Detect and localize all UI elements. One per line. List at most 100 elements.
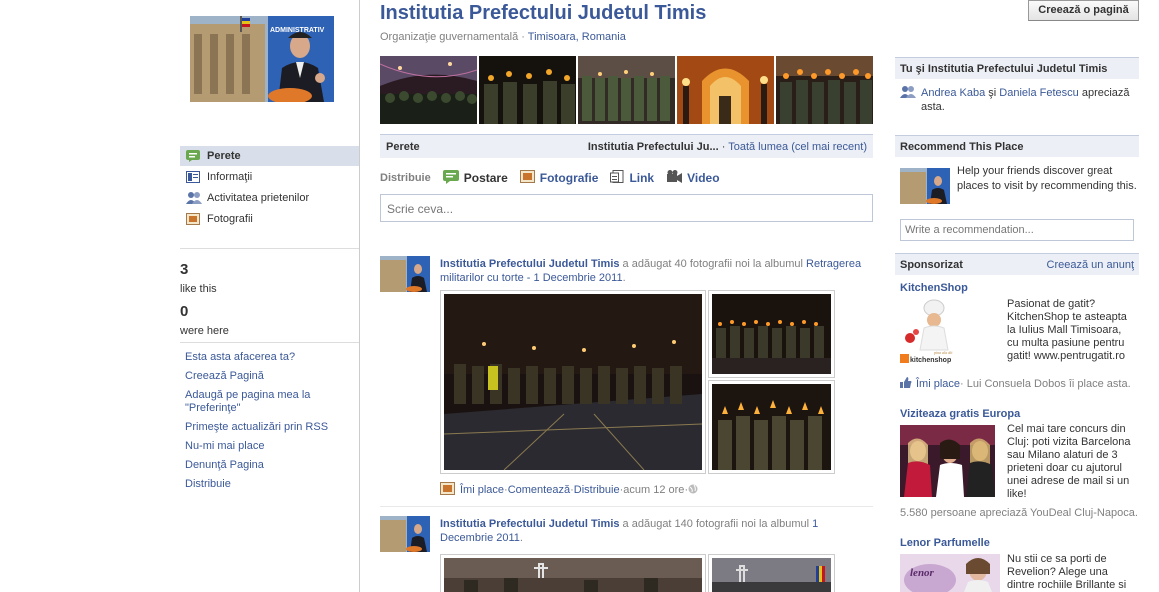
story-photo-main[interactable]	[440, 554, 706, 592]
ad-like-link[interactable]: Îmi place	[916, 378, 960, 390]
unlike-link[interactable]: Nu-mi mai place	[185, 440, 355, 453]
divider	[380, 506, 873, 507]
status-icon	[442, 169, 459, 187]
page-title[interactable]: Institutia Prefectului Judetul Timis	[380, 2, 706, 25]
recommend-page-thumbnail[interactable]	[900, 168, 950, 204]
wall-filter: Institutia Prefectului Ju... · Toată lum…	[587, 140, 867, 153]
checkins-count: 0	[180, 303, 189, 320]
friend-link[interactable]: Andrea Kaba	[921, 87, 985, 99]
video-icon	[666, 170, 683, 186]
ad-text: Cel mai tare concurs din Cluj: poti vizi…	[1007, 423, 1131, 500]
nav-item-friends-activity[interactable]: Activitatea prietenilor	[180, 188, 359, 208]
page-subtitle: Organizaţie guvernamentală · Timisoara, …	[380, 31, 626, 43]
recommend-text: Help your friends discover great places …	[957, 165, 1137, 192]
nav-item-label: Fotografii	[207, 213, 253, 225]
create-page-button[interactable]: Creează o pagină	[1028, 0, 1139, 21]
ad-social-line: Îmi place · Lui Consuela Dobos îi place …	[900, 377, 1131, 391]
story-avatar[interactable]	[380, 516, 430, 552]
photo-strip	[380, 56, 874, 124]
nav-item-label: Activitatea prietenilor	[207, 192, 310, 204]
tab-status[interactable]: Postare	[442, 169, 508, 187]
ad-image[interactable]	[900, 425, 995, 497]
ad-brand-tagline: pina ala dit	[933, 350, 953, 355]
feed-story: Institutia Prefectului Judetul Timis a a…	[380, 256, 874, 501]
comment-link[interactable]: Comentează	[508, 484, 570, 496]
friend-link[interactable]: Daniela Fetescu	[999, 87, 1079, 99]
tab-label: Fotografie	[539, 171, 599, 185]
thumbs-up-icon	[900, 377, 912, 391]
photos-icon	[186, 213, 200, 225]
report-page-link[interactable]: Denunţă Pagina	[185, 459, 355, 472]
strip-photo-4[interactable]	[677, 56, 774, 124]
nav-item-label: Perete	[207, 150, 241, 162]
photo-icon	[440, 482, 455, 498]
left-navigation: Perete Informaţii Activitatea prietenilo…	[180, 146, 359, 230]
share-label: Distribuie	[380, 172, 431, 184]
likes-count: 3	[180, 261, 189, 278]
friends-like-text: Andrea Kaba şi Daniela Fetescu apreciază…	[921, 87, 1130, 113]
story-photo-main[interactable]	[440, 290, 706, 474]
you-and-page-title: Tu şi Institutia Prefectului Judetul Tim…	[900, 63, 1108, 75]
ad-image[interactable]: kitchenshop pina ala dit	[900, 298, 962, 368]
info-icon	[186, 171, 200, 183]
checkins-label: were here	[180, 325, 229, 337]
story-text: Institutia Prefectului Judetul Timis a a…	[440, 518, 819, 544]
left-column: ADMINISTRATIV Perete Informaţii Activita…	[0, 0, 360, 592]
wall-filter-everyone-link[interactable]: Toată lumea (cel mai recent)	[728, 141, 867, 153]
ad-image[interactable]: lenor	[900, 554, 1000, 592]
ad-text: Nu stii ce sa porti de Revelion? Alege u…	[1007, 553, 1127, 591]
composer-input[interactable]: Scrie ceva...	[380, 194, 873, 222]
photo-icon	[519, 170, 535, 186]
add-to-favorites-link[interactable]: Adaugă pe pagina mea la "Preferinţe"	[185, 389, 355, 415]
sponsored-header: Sponsorizat Creează un anunţ	[895, 253, 1139, 275]
recommend-header: Recommend This Place	[895, 135, 1139, 157]
create-ad-link[interactable]: Creează un anunţ	[1047, 259, 1134, 271]
friends-icon	[186, 192, 202, 204]
story-avatar[interactable]	[380, 256, 430, 292]
ad-title-link[interactable]: Lenor Parfumelle	[900, 537, 990, 549]
create-page-link[interactable]: Creează Pagină	[185, 370, 355, 383]
tab-link[interactable]: Link	[610, 169, 655, 187]
ad-brand-logo: lenor	[910, 567, 935, 579]
share-page-link[interactable]: Distribuie	[185, 478, 355, 491]
globe-icon	[688, 484, 698, 497]
story-actor-link[interactable]: Institutia Prefectului Judetul Timis	[440, 258, 620, 270]
strip-photo-1[interactable]	[380, 56, 477, 124]
ad-title-link[interactable]: KitchenShop	[900, 282, 968, 294]
tab-label: Video	[687, 171, 720, 185]
likes-label: like this	[180, 283, 217, 295]
sponsored-title: Sponsorizat	[900, 259, 963, 271]
strip-photo-2[interactable]	[479, 56, 576, 124]
story-photo-2[interactable]	[708, 554, 835, 592]
nav-item-info[interactable]: Informaţii	[180, 167, 359, 187]
wall-header: Perete Institutia Prefectului Ju... · To…	[380, 134, 873, 158]
nav-item-photos[interactable]: Fotografii	[180, 209, 359, 229]
story-photo-2[interactable]	[708, 290, 835, 378]
wall-icon	[186, 150, 200, 162]
ad-title-link[interactable]: Viziteaza gratis Europa	[900, 408, 1020, 420]
story-timestamp[interactable]: acum 12 ore	[623, 484, 684, 496]
strip-photo-3[interactable]	[578, 56, 675, 124]
rss-updates-link[interactable]: Primeşte actualizări prin RSS	[185, 421, 355, 434]
divider	[180, 248, 359, 249]
claim-business-link[interactable]: Esta asta afacerea ta?	[185, 351, 355, 364]
strip-photo-5[interactable]	[776, 56, 873, 124]
divider	[180, 342, 359, 343]
page-location-link[interactable]: Timisoara, Romania	[528, 31, 626, 43]
tab-video[interactable]: Video	[666, 170, 720, 186]
story-actor-link[interactable]: Institutia Prefectului Judetul Timis	[440, 518, 620, 530]
like-link[interactable]: Îmi place	[460, 484, 504, 496]
story-photo-3[interactable]	[708, 380, 835, 474]
share-link[interactable]: Distribuie	[574, 484, 620, 496]
story-text: Institutia Prefectului Judetul Timis a a…	[440, 258, 862, 284]
tab-label: Link	[629, 171, 655, 185]
ad-text: Pasionat de gatit? KitchenShop te asteap…	[1007, 298, 1127, 362]
wall-filter-page[interactable]: Institutia Prefectului Ju...	[588, 141, 719, 153]
tab-label: Postare	[463, 171, 508, 185]
friends-like-row: Andrea Kaba şi Daniela Fetescu apreciază…	[900, 86, 1136, 114]
recommendation-input[interactable]: Write a recommendation...	[900, 219, 1134, 241]
nav-item-wall[interactable]: Perete	[180, 146, 359, 166]
page-profile-picture[interactable]: ADMINISTRATIV	[190, 16, 334, 102]
wall-label: Perete	[386, 140, 420, 153]
tab-photo[interactable]: Fotografie	[519, 170, 599, 186]
